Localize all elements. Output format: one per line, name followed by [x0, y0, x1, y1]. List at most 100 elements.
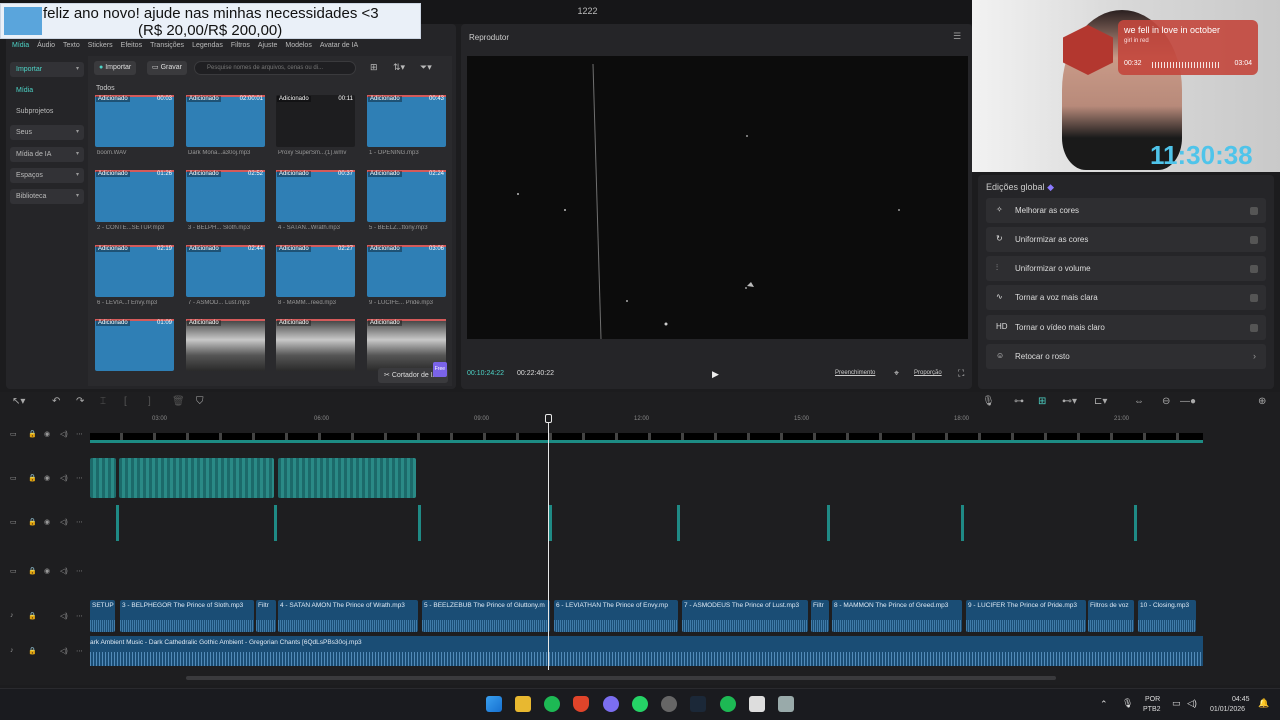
category-midia-ia[interactable]: Mídia de IA ▾: [10, 147, 84, 162]
tab-filtros[interactable]: Filtros: [231, 42, 250, 49]
timeline-scrollbar[interactable]: [186, 676, 1056, 680]
calculator-icon[interactable]: [778, 696, 794, 712]
mic-icon[interactable]: 🎙: [982, 396, 995, 407]
media-tile[interactable]: Adicionado 00:43 1 - OPENING.mp3: [367, 95, 446, 156]
media-tile[interactable]: Adicionado 01:26 2 - CONTE...SETUP.mp3: [95, 170, 174, 231]
spotify-icon[interactable]: [720, 696, 736, 712]
lock-icon[interactable]: 🔒: [28, 518, 37, 526]
media-tile[interactable]: Adicionado 01:09: [95, 319, 174, 371]
lock-icon[interactable]: 🔒: [28, 474, 37, 482]
media-tile[interactable]: Adicionado 02:27 8 - MAMM...reed.mp3: [276, 245, 355, 306]
trim-right-icon[interactable]: ]: [148, 396, 151, 407]
speaker-icon[interactable]: ◁): [60, 612, 68, 620]
brave-icon[interactable]: [573, 696, 589, 712]
windows-start-icon[interactable]: [486, 696, 502, 712]
record-button[interactable]: ▭ Gravar: [147, 61, 187, 75]
clock-date[interactable]: 01/01/2026: [1210, 706, 1245, 713]
import-button[interactable]: ● Importar: [94, 61, 137, 75]
tab-ajuste[interactable]: Ajuste: [258, 42, 277, 49]
overlay-clip[interactable]: [278, 458, 416, 498]
playhead-handle[interactable]: [545, 414, 552, 423]
audio-clip[interactable]: Filtr: [811, 600, 829, 632]
edit-item-melhorar-cores[interactable]: ✧ Melhorar as cores: [986, 198, 1266, 223]
audio-clip[interactable]: 3 - BELPHEGOR The Prince of Sloth.mp3: [120, 600, 254, 632]
lock-icon[interactable]: 🔒: [28, 647, 37, 655]
category-biblioteca[interactable]: Biblioteca ▾: [10, 189, 84, 204]
toggle[interactable]: [1250, 324, 1258, 332]
audio-clip[interactable]: 8 - MAMMON The Prince of Greed.mp3: [832, 600, 962, 632]
media-tile[interactable]: Adicionado 03:06 9 - LUCIFE... Pride.mp3: [367, 245, 446, 306]
media-tile[interactable]: Adicionado 00:11 Proxy SuperSm...(1).wmv: [276, 95, 355, 156]
keyboard-layout-label[interactable]: PTB2: [1143, 706, 1161, 713]
effect-marker[interactable]: [116, 505, 119, 541]
audio-clip[interactable]: 5 - BEELZEBUB The Prince of Gluttony.m: [422, 600, 550, 632]
link-icon[interactable]: ⊶: [1014, 396, 1024, 407]
capcut-icon[interactable]: [749, 696, 765, 712]
effect-marker[interactable]: [827, 505, 830, 541]
preview-mode-icon[interactable]: ⊏▾: [1094, 396, 1107, 407]
edit-item-uniformizar-volume[interactable]: ⫶ Uniformizar o volume: [986, 256, 1266, 281]
effect-marker[interactable]: [961, 505, 964, 541]
edit-item-voz-clara[interactable]: ∿ Tornar a voz mais clara: [986, 285, 1266, 310]
edit-item-video-claro[interactable]: HD Tornar o vídeo mais claro: [986, 315, 1266, 340]
toggle[interactable]: [1250, 265, 1258, 273]
discord-icon[interactable]: [603, 696, 619, 712]
zoom-in-icon[interactable]: ⊕: [1258, 396, 1266, 407]
eye-icon[interactable]: ◉: [44, 430, 50, 438]
filter-icon[interactable]: ⏷▾: [420, 62, 432, 73]
network-icon[interactable]: ▭: [1172, 698, 1181, 709]
effect-marker[interactable]: [677, 505, 680, 541]
lock-icon[interactable]: 🔒: [28, 430, 37, 438]
audio-clip[interactable]: Filtros de voz: [1088, 600, 1134, 632]
speaker-icon[interactable]: ◁): [60, 430, 68, 438]
toggle[interactable]: [1250, 236, 1258, 244]
mic-icon[interactable]: 🎙: [1122, 698, 1133, 709]
media-tile[interactable]: Adicionado 02:44 7 - ASMOD... Lust.mp3: [186, 245, 265, 306]
media-tile[interactable]: Adicionado 02:00:01 Dark Mona...a30oj.mp3: [186, 95, 265, 156]
category-seus[interactable]: Seus ▾: [10, 125, 84, 140]
audio-clip[interactable]: 6 - LEVIATHAN The Prince of Envy.mp: [554, 600, 678, 632]
effect-marker[interactable]: [549, 505, 552, 541]
fill-button[interactable]: Preenchimento: [835, 370, 875, 376]
delete-icon[interactable]: 🗑: [172, 396, 185, 407]
background-audio-clip[interactable]: ark Ambient Music - Dark Cathedralic Got…: [90, 636, 1203, 666]
clock-time[interactable]: 04:45: [1232, 696, 1250, 703]
speaker-icon[interactable]: ◁): [60, 647, 68, 655]
category-importar[interactable]: Importar ▾: [10, 62, 84, 77]
notification-icon[interactable]: 🔔: [1258, 698, 1269, 709]
effect-marker[interactable]: [1134, 505, 1137, 541]
zoom-out-icon[interactable]: ⊖: [1162, 396, 1170, 407]
tab-avatar[interactable]: Avatar de IA: [320, 42, 358, 49]
trim-left-icon[interactable]: [: [124, 396, 127, 407]
tab-stickers[interactable]: Stickers: [88, 42, 113, 49]
media-tile[interactable]: Adicionado: [276, 319, 355, 371]
play-button[interactable]: ▶: [712, 369, 719, 380]
media-tile[interactable]: Adicionado 02:24 5 - BEELZ...ttony.mp3: [367, 170, 446, 231]
tab-modelos[interactable]: Modelos: [285, 42, 311, 49]
select-tool-icon[interactable]: ↖▾: [12, 396, 25, 407]
media-tile[interactable]: Adicionado 00:37 4 - SATAN...Wrath.mp3: [276, 170, 355, 231]
tab-audio[interactable]: Áudio: [37, 42, 55, 49]
video-track-clip[interactable]: [90, 433, 1203, 443]
category-espacos[interactable]: Espaços ▾: [10, 168, 84, 183]
language-label[interactable]: POR: [1145, 696, 1160, 703]
shield-icon[interactable]: ⛉: [196, 396, 204, 407]
more-icon[interactable]: ⋯: [76, 518, 83, 526]
overlay-clip[interactable]: [119, 458, 274, 498]
audio-clip[interactable]: 9 - LUCIFER The Prince of Pride.mp3: [966, 600, 1086, 632]
edit-item-retocar-rosto[interactable]: ☺ Retocar o rosto ›: [986, 344, 1266, 369]
media-tile[interactable]: Adicionado 00:03 boom.WAV: [95, 95, 174, 156]
menu-icon[interactable]: ☰: [953, 31, 961, 42]
lock-icon[interactable]: 🔒: [28, 612, 37, 620]
more-icon[interactable]: ⋯: [76, 430, 83, 438]
fullscreen-icon[interactable]: ⛶: [958, 368, 964, 379]
redo-icon[interactable]: ↷: [76, 396, 84, 407]
eye-icon[interactable]: ◉: [44, 474, 50, 482]
effect-marker[interactable]: [418, 505, 421, 541]
audio-clip[interactable]: 10 - Closing.mp3: [1138, 600, 1196, 632]
audio-clip[interactable]: 4 - SATAN AMON The Prince of Wrath.mp3: [278, 600, 418, 632]
grid-view-icon[interactable]: ⊞: [370, 62, 378, 73]
eye-icon[interactable]: ◉: [44, 567, 50, 575]
overlay-clip[interactable]: [90, 458, 116, 498]
ratio-button[interactable]: Proporção: [914, 370, 942, 376]
